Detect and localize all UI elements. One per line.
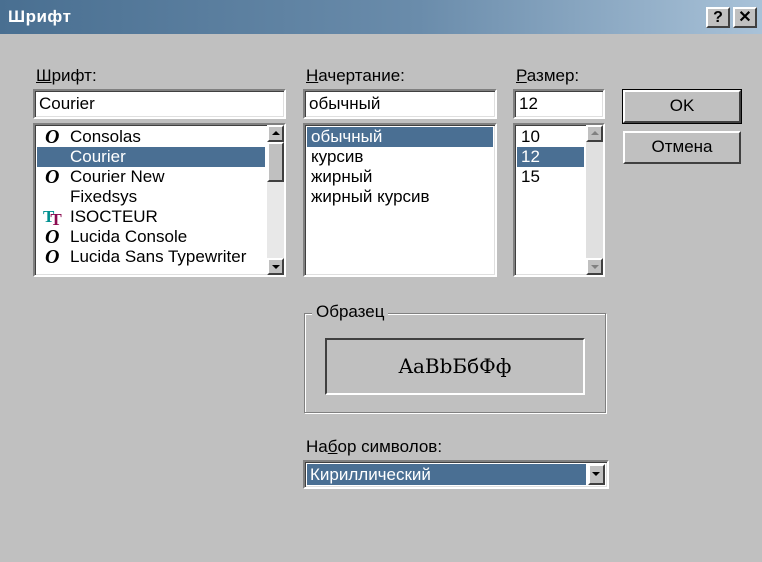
down-arrow-icon [272,265,280,269]
font-list-item[interactable]: O Lucida Sans Typewriter [37,247,265,267]
ok-button[interactable]: OK [622,89,742,124]
font-list-item[interactable]: O Lucida Console [37,227,265,247]
opentype-icon: O [45,126,60,148]
font-list-item[interactable]: O Consolas [37,127,265,147]
size-scroll-up-button[interactable] [586,125,603,142]
font-list-item[interactable]: TT ISOCTEUR [37,207,265,229]
size-label: Размер: [516,66,580,85]
font-list-item[interactable]: O Courier New [37,167,265,187]
down-arrow-icon [591,265,599,269]
scroll-thumb[interactable] [267,142,284,182]
style-list-item[interactable]: жирный курсив [307,187,493,207]
font-list-item-label: Lucida Sans Typewriter [70,247,247,266]
truetype-icon: TT [43,207,62,229]
up-arrow-icon [272,131,280,135]
charset-label: Набор символов: [306,437,443,456]
style-label: Начертание: [306,66,405,85]
font-dialog: Шрифт ? ✕ Шрифт: Courier O Consolas Courie… [0,0,762,562]
font-list-item-label: Lucida Console [70,227,188,246]
font-list[interactable]: O Consolas Courier O Courier New Fixedsys TT IS… [33,123,286,277]
font-list-item-label: Courier [70,147,126,166]
help-icon: ? [713,9,723,26]
title-bar[interactable]: Шрифт ? ✕ [0,0,762,34]
font-list-item[interactable]: Fixedsys [37,187,265,207]
scroll-up-button[interactable] [267,125,284,142]
font-label: Шрифт: [36,66,97,85]
up-arrow-icon [591,131,599,135]
sample-preview: AaBbБбФф [325,338,585,395]
style-list[interactable]: обычный курсив жирный жирный курсив [303,123,497,277]
font-list-item[interactable]: Courier [37,147,265,167]
font-list-scrollbar[interactable] [267,125,284,275]
style-list-item[interactable]: жирный [307,167,493,187]
help-button[interactable]: ? [706,7,730,28]
style-list-item[interactable]: курсив [307,147,493,167]
font-list-item-label: Courier New [70,167,165,186]
font-list-item-label: Consolas [70,127,141,146]
charset-select[interactable]: Кириллический [303,460,609,489]
size-list-item[interactable]: 10 [517,127,584,147]
dialog-title: Шрифт [8,7,72,26]
opentype-icon: O [45,226,60,248]
opentype-icon: O [45,246,60,268]
font-name-input[interactable]: Courier [33,89,286,119]
style-input[interactable]: обычный [303,89,497,119]
scroll-down-button[interactable] [267,258,284,275]
size-list-item[interactable]: 15 [517,167,584,187]
style-list-item[interactable]: обычный [307,127,493,147]
cancel-button[interactable]: Отмена [623,131,741,164]
font-list-item-label: ISOCTEUR [70,207,158,226]
close-icon: ✕ [738,9,752,26]
size-list-scrollbar[interactable] [586,125,603,275]
opentype-icon: O [45,166,60,188]
size-scroll-down-button[interactable] [586,258,603,275]
sample-legend: Образец [312,302,389,322]
font-list-item-label: Fixedsys [70,187,138,206]
close-button[interactable]: ✕ [733,7,757,28]
size-list-item[interactable]: 12 [517,147,584,167]
size-input[interactable]: 12 [513,89,605,119]
charset-dropdown-button[interactable] [588,464,605,485]
size-list[interactable]: 10 12 15 [513,123,605,277]
chevron-down-icon [592,472,600,476]
charset-value: Кириллический [307,464,586,485]
